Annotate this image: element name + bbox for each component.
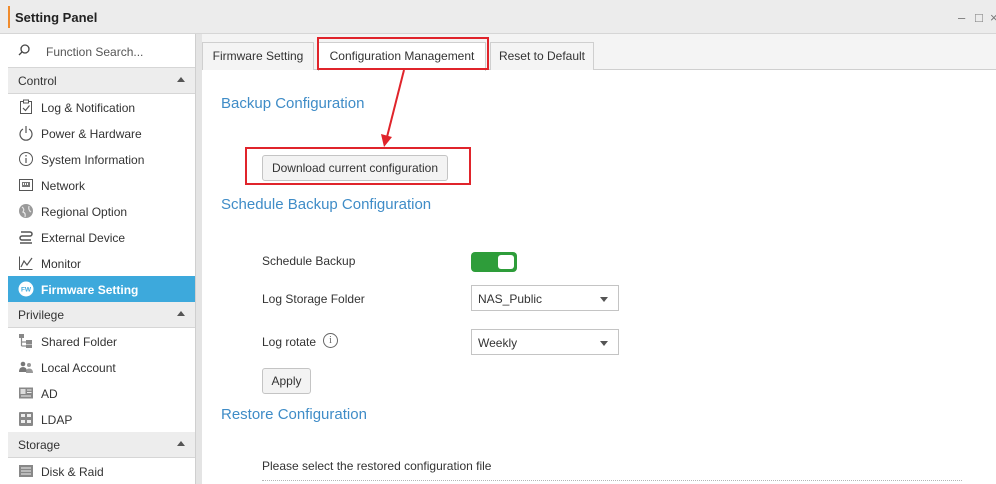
fw-icon: FW (18, 281, 34, 297)
file-drop-border[interactable] (262, 480, 962, 481)
download-configuration-button[interactable]: Download current configuration (262, 155, 448, 181)
section-storage[interactable]: Storage (8, 432, 195, 458)
section-label: Control (18, 74, 57, 88)
log-rotate-select[interactable]: Weekly (471, 329, 619, 355)
sidebar-item-label: Shared Folder (41, 335, 118, 349)
log-storage-folder-select[interactable]: NAS_Public (471, 285, 619, 311)
section-control[interactable]: Control (8, 68, 195, 94)
sidebar-item-power-hardware[interactable]: Power & Hardware (8, 120, 195, 146)
usb-icon (19, 231, 33, 244)
sidebar-item-label: Disk & Raid (41, 465, 104, 479)
title-accent-bar (8, 6, 10, 28)
search-icon (18, 44, 30, 56)
sidebar-item-label: Regional Option (41, 205, 128, 219)
collapse-caret-icon (177, 311, 185, 316)
sidebar-item-label: External Device (41, 231, 126, 245)
title-bar: Setting Panel – □ × (0, 0, 996, 34)
sidebar-item-label: Monitor (41, 257, 82, 271)
sidebar-item-disk-raid[interactable]: Disk & Raid (8, 458, 195, 484)
globe-icon (19, 204, 33, 218)
tab-label: Firmware Setting (212, 49, 304, 63)
schedule-backup-heading: Schedule Backup Configuration (221, 196, 432, 213)
sidebar-item-regional-option[interactable]: Regional Option (8, 198, 195, 224)
toggle-knob (498, 255, 514, 269)
tab-configuration-management[interactable]: Configuration Management (318, 42, 486, 71)
close-button[interactable]: × (990, 10, 996, 25)
log-icon (20, 99, 32, 114)
section-label: Storage (18, 438, 61, 452)
sidebar-item-label: Network (41, 179, 86, 193)
backup-configuration-heading: Backup Configuration (221, 95, 365, 112)
function-search[interactable]: Function Search... (8, 34, 195, 68)
search-placeholder[interactable]: Function Search... (46, 45, 143, 59)
sidebar: Function Search... Control Log & Notific… (8, 34, 196, 484)
info-icon[interactable]: i (323, 333, 338, 348)
collapse-caret-icon (177, 77, 185, 82)
sidebar-item-label: AD (41, 387, 58, 401)
svg-text:FW: FW (21, 287, 32, 294)
log-storage-folder-label: Log Storage Folder (262, 292, 365, 306)
tab-bar: Firmware Setting Configuration Managemen… (202, 34, 996, 71)
log-rotate-label: Log rotate (262, 335, 317, 349)
monitor-icon (19, 256, 33, 270)
collapse-caret-icon (177, 441, 185, 446)
minimize-button[interactable]: – (958, 10, 965, 25)
sidebar-item-network[interactable]: Network (8, 172, 195, 198)
window-title: Setting Panel (15, 10, 98, 25)
sidebar-item-system-information[interactable]: System Information (8, 146, 195, 172)
sidebar-item-label: Firmware Setting (41, 283, 139, 297)
section-label: Privilege (18, 308, 65, 322)
sidebar-item-external-device[interactable]: External Device (8, 224, 195, 250)
select-value: NAS_Public (478, 292, 543, 306)
power-icon (19, 126, 33, 141)
sidebar-item-ldap[interactable]: LDAP (8, 406, 195, 432)
sidebar-item-ad[interactable]: AD (8, 380, 195, 406)
sidebar-item-label: Log & Notification (41, 101, 136, 115)
restore-configuration-heading: Restore Configuration (221, 406, 367, 423)
sidebar-item-monitor[interactable]: Monitor (8, 250, 195, 276)
sidebar-item-log-notification[interactable]: Log & Notification (8, 94, 195, 120)
tab-label: Configuration Management (329, 49, 475, 63)
ldap-icon (19, 412, 33, 426)
disk-icon (19, 465, 33, 477)
select-value: Weekly (478, 336, 518, 350)
users-icon (19, 361, 33, 373)
maximize-button[interactable]: □ (975, 10, 983, 25)
sidebar-item-label: Power & Hardware (41, 127, 142, 141)
tab-firmware-setting[interactable]: Firmware Setting (202, 42, 314, 70)
sidebar-item-label: System Information (41, 153, 145, 167)
main-panel: Firmware Setting Configuration Managemen… (202, 34, 996, 484)
sidebar-item-local-account[interactable]: Local Account (8, 354, 195, 380)
section-privilege[interactable]: Privilege (8, 302, 195, 328)
schedule-backup-toggle[interactable] (471, 252, 517, 272)
sidebar-item-firmware-setting[interactable]: FW Firmware Setting (8, 276, 195, 302)
info-icon (19, 152, 33, 166)
ad-icon (19, 387, 33, 399)
apply-button[interactable]: Apply (262, 368, 311, 394)
sidebar-item-label: LDAP (41, 413, 73, 427)
shared-folder-icon (19, 334, 32, 348)
schedule-backup-label: Schedule Backup (262, 254, 356, 268)
dropdown-arrow-icon (600, 341, 608, 346)
sidebar-item-shared-folder[interactable]: Shared Folder (8, 328, 195, 354)
network-icon (19, 179, 33, 191)
dropdown-arrow-icon (600, 297, 608, 302)
restore-instruction: Please select the restored configuration… (262, 459, 492, 473)
tab-reset-to-default[interactable]: Reset to Default (490, 42, 594, 70)
sidebar-item-label: Local Account (41, 361, 116, 375)
tab-label: Reset to Default (498, 49, 586, 63)
